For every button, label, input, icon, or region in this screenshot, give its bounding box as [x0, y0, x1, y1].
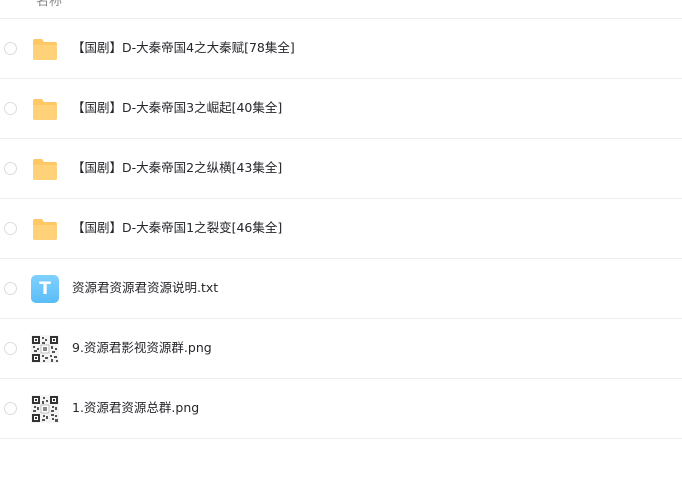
qr-image-icon	[31, 395, 59, 423]
qr-image-icon	[31, 335, 59, 363]
file-name[interactable]: 【国剧】D-大秦帝国1之裂变[46集全]	[72, 219, 282, 237]
folder-icon	[31, 155, 59, 183]
list-item[interactable]: 9.资源君影视资源群.png	[0, 319, 682, 379]
file-name[interactable]: 【国剧】D-大秦帝国2之纵横[43集全]	[72, 159, 282, 177]
row-checkbox[interactable]	[4, 42, 17, 55]
row-checkbox[interactable]	[4, 222, 17, 235]
folder-icon	[31, 35, 59, 63]
header-name-label[interactable]: 名称	[36, 0, 62, 9]
row-checkbox[interactable]	[4, 102, 17, 115]
folder-icon	[31, 215, 59, 243]
file-name[interactable]: 【国剧】D-大秦帝国3之崛起[40集全]	[72, 99, 282, 117]
row-checkbox[interactable]	[4, 402, 17, 415]
file-name[interactable]: 9.资源君影视资源群.png	[72, 339, 212, 357]
list-item[interactable]: T 资源君资源君资源说明.txt	[0, 259, 682, 319]
list-item[interactable]: 【国剧】D-大秦帝国1之裂变[46集全]	[0, 199, 682, 259]
row-checkbox[interactable]	[4, 342, 17, 355]
folder-icon	[31, 95, 59, 123]
list-item[interactable]: 【国剧】D-大秦帝国2之纵横[43集全]	[0, 139, 682, 199]
list-header: 名称	[0, 0, 682, 19]
list-item[interactable]: 【国剧】D-大秦帝国4之大秦赋[78集全]	[0, 19, 682, 79]
file-name[interactable]: 资源君资源君资源说明.txt	[72, 279, 218, 297]
row-checkbox[interactable]	[4, 162, 17, 175]
file-name[interactable]: 【国剧】D-大秦帝国4之大秦赋[78集全]	[72, 39, 295, 57]
row-checkbox[interactable]	[4, 282, 17, 295]
txt-file-icon-letter: T	[31, 275, 59, 303]
list-item[interactable]: 【国剧】D-大秦帝国3之崛起[40集全]	[0, 79, 682, 139]
txt-file-icon: T	[31, 275, 59, 303]
file-list: 名称 【国剧】D-大秦帝国4之大秦赋[78集全] 【国剧】D-大秦帝国3之崛起[…	[0, 0, 682, 439]
file-name[interactable]: 1.资源君资源总群.png	[72, 399, 199, 417]
list-item[interactable]: 1.资源君资源总群.png	[0, 379, 682, 439]
